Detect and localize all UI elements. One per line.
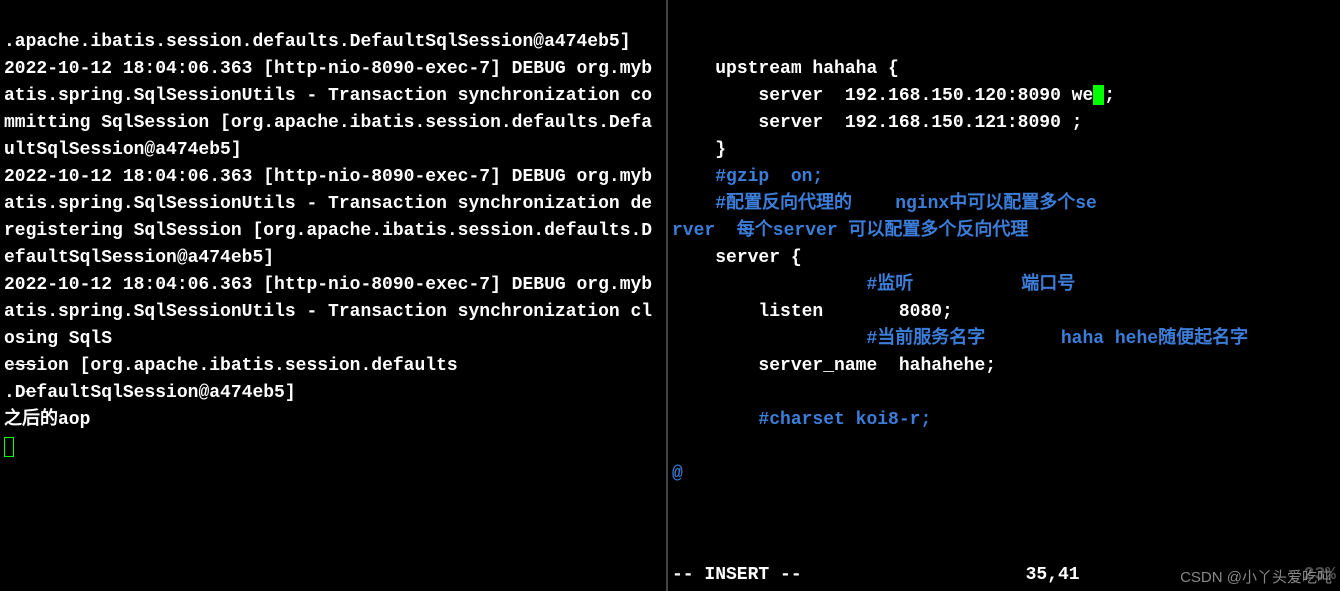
- config-line: listen 8080;: [672, 302, 953, 322]
- log-text: e: [4, 356, 15, 376]
- log-text: faultSqlSession@a474eb5]: [36, 383, 295, 403]
- comment-line: rver 每个server 可以配置多个反向代理: [672, 221, 1028, 241]
- terminal-left-pane[interactable]: .apache.ibatis.session.defaults.DefaultS…: [0, 0, 668, 591]
- log-text: ss: [15, 356, 37, 376]
- log-text: ion [org.apache.ibatis.session.defaults: [36, 356, 457, 376]
- comment-line: #配置反向代理的 nginx中可以配置多个se: [672, 194, 1097, 214]
- cursor-icon: [4, 437, 14, 457]
- terminal-right-pane[interactable]: upstream hahaha { server 192.168.150.120…: [668, 0, 1340, 591]
- config-line: server 192.168.150.120:8090 we: [672, 86, 1093, 106]
- vim-file-marker: @: [672, 464, 683, 484]
- config-line: server {: [672, 248, 802, 268]
- vim-mode: -- INSERT --: [672, 562, 802, 589]
- cursor-icon: [1093, 85, 1104, 105]
- config-line: upstream hahaha {: [672, 59, 899, 79]
- watermark-text: CSDN @小丫头爱吃吨: [1180, 567, 1332, 590]
- config-line: ;: [1104, 86, 1115, 106]
- comment-line: #监听 端口号: [672, 275, 1075, 295]
- comment-line: #gzip on;: [672, 167, 823, 187]
- comment-line: #当前服务名字 haha hehe随便起名字: [672, 329, 1248, 349]
- vim-position: 35,41: [1026, 562, 1080, 589]
- log-entry: 2022-10-12 18:04:06.363 [http-nio-8090-e…: [4, 59, 652, 160]
- config-line: server_name hahahehe;: [672, 356, 996, 376]
- log-entry: 2022-10-12 18:04:06.363 [http-nio-8090-e…: [4, 275, 652, 349]
- log-text: .D: [4, 383, 26, 403]
- footer-text: 之后的aop: [4, 410, 90, 430]
- log-text: .apache.ibatis.session.defaults.DefaultS…: [4, 32, 631, 52]
- comment-line: #charset koi8-r;: [672, 410, 931, 430]
- log-entry: 2022-10-12 18:04:06.363 [http-nio-8090-e…: [4, 167, 652, 268]
- config-line: }: [672, 140, 726, 160]
- log-text: e: [26, 383, 37, 403]
- config-line: server 192.168.150.121:8090 ;: [672, 113, 1082, 133]
